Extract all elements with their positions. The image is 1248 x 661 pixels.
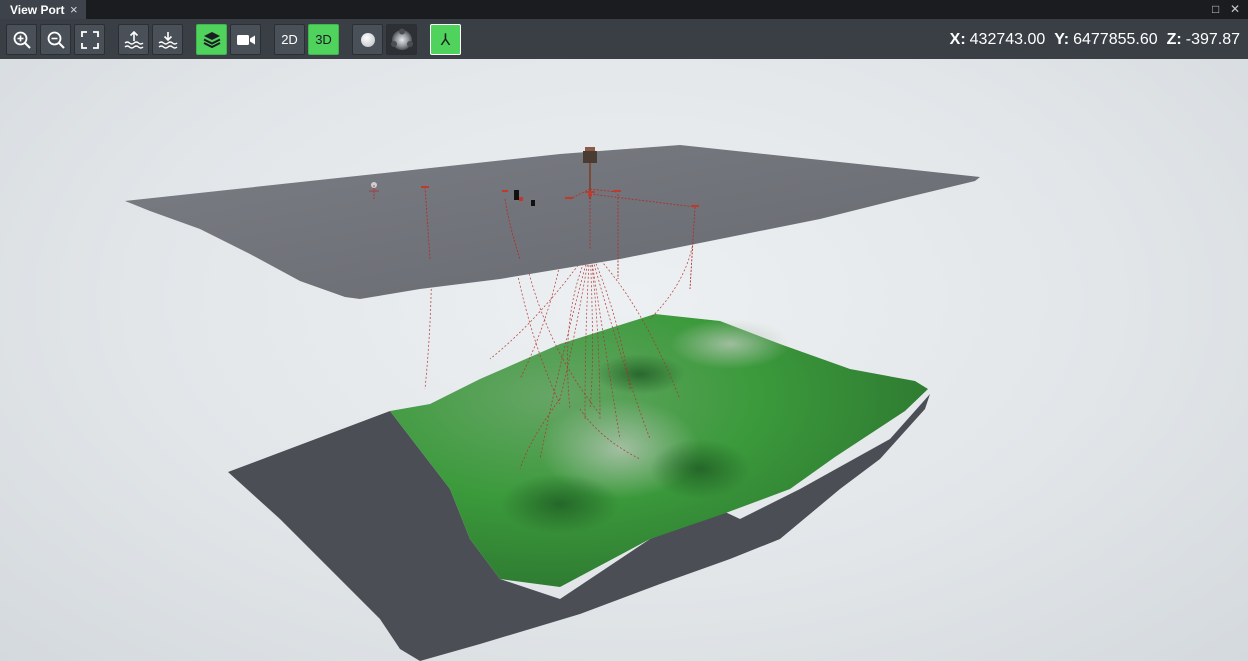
tab-close-icon[interactable]: ×: [70, 2, 78, 17]
view-3d-button[interactable]: 3D: [308, 24, 339, 55]
shaded-sphere-button[interactable]: [386, 24, 417, 55]
seabed-highlight: [670, 319, 790, 369]
window-close-icon[interactable]: ✕: [1230, 2, 1240, 17]
sea-surface-plane: [125, 145, 980, 299]
zoom-out-icon: [47, 31, 65, 49]
video-camera-icon: [236, 34, 255, 45]
view-2d-label: 2D: [281, 32, 298, 47]
coord-x: X: 432743.00: [949, 31, 1046, 48]
light-sphere-button[interactable]: [352, 24, 383, 55]
view-3d-label: 3D: [315, 32, 332, 47]
sea-level-up-icon: [124, 30, 143, 49]
layers-button[interactable]: [196, 24, 227, 55]
camera-button[interactable]: [230, 24, 261, 55]
coord-z: Z: -397.87: [1166, 31, 1240, 48]
sea-level-down-icon: [158, 31, 177, 49]
tab-title: View Port: [10, 2, 65, 17]
lambda-button[interactable]: ⅄: [430, 24, 461, 55]
coord-y: Y: 6477855.60: [1054, 31, 1158, 48]
title-bar: View Port × □ ✕: [0, 0, 1248, 19]
seabed-shadow: [650, 439, 750, 499]
tab-view-port[interactable]: View Port ×: [0, 0, 86, 19]
lambda-label: ⅄: [440, 31, 451, 49]
raise-surface-button[interactable]: [118, 24, 149, 55]
zoom-in-button[interactable]: [6, 24, 37, 55]
zoom-in-icon: [13, 31, 31, 49]
scene-canvas: [125, 145, 980, 661]
light-sphere-icon: [360, 32, 375, 47]
fullscreen-icon: [80, 30, 99, 49]
lower-surface-button[interactable]: [152, 24, 183, 55]
layers-icon: [203, 31, 220, 48]
zoom-out-button[interactable]: [40, 24, 71, 55]
3d-viewport[interactable]: [0, 59, 1248, 661]
view-2d-button[interactable]: 2D: [274, 24, 305, 55]
coordinate-readout: X: 432743.00 Y: 6477855.60 Z: -397.87: [950, 30, 1240, 50]
maximize-icon[interactable]: □: [1212, 2, 1219, 17]
seabed-shadow: [500, 474, 620, 534]
fit-view-button[interactable]: [74, 24, 105, 55]
shaded-sphere-icon: [390, 28, 413, 50]
seabed-shadow: [595, 354, 685, 394]
